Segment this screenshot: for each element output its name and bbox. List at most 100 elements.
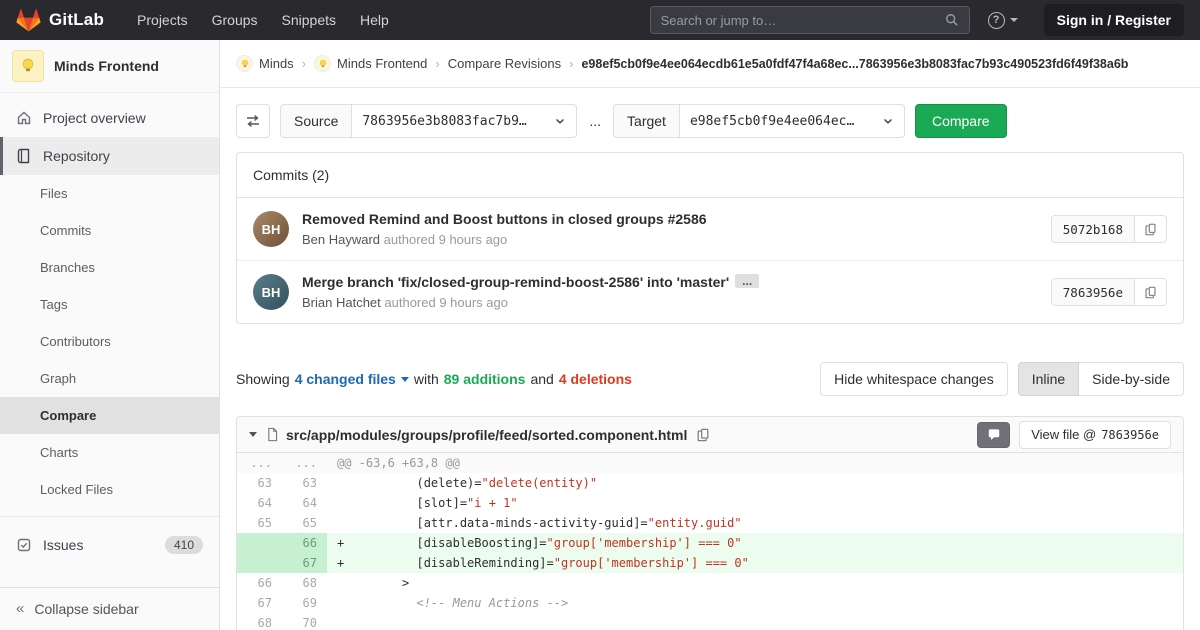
diff-table: ...... @@ -63,6 +63,8 @@ 63 63 (delete)="de… [237,453,1183,630]
diff-new-line-number[interactable]: 63 [282,473,327,493]
diff-new-line-number[interactable]: 70 [282,613,327,630]
diff-old-line-number[interactable]: 67 [237,593,282,613]
sidebar-item-commits[interactable]: Commits [0,212,219,249]
sidebar-item-project-overview[interactable]: Project overview [0,99,219,137]
copy-sha-button[interactable] [1134,216,1166,242]
diff-context-line-row: 67 69 <!-- Menu Actions --> [237,593,1183,613]
sidebar-project-header[interactable]: Minds Frontend [0,40,219,93]
nav-groups[interactable]: Groups [201,6,269,34]
commit-expand-button[interactable]: ... [735,274,760,288]
commit-author-link[interactable]: Brian Hatchet [302,295,381,310]
issues-icon [16,537,32,553]
sidebar-item-repository[interactable]: Repository [0,137,219,175]
sign-in-button[interactable]: Sign in / Register [1043,4,1184,36]
diff-new-line-number[interactable]: 67 [282,553,327,573]
diff-mode-button-group: Inline Side-by-side [1017,362,1184,396]
hide-whitespace-button[interactable]: Hide whitespace changes [820,362,1008,396]
diff-new-line-number[interactable]: 65 [282,513,327,533]
diff-old-line-number[interactable]: 68 [237,613,282,630]
sidebar-item-contributors[interactable]: Contributors [0,323,219,360]
diff-code-cell: @@ -63,6 +63,8 @@ [327,453,1183,473]
swap-revisions-button[interactable] [236,104,270,138]
nav-projects[interactable]: Projects [126,6,199,34]
sidebar-item-tags[interactable]: Tags [0,286,219,323]
diff-context-line-row: 64 64 [slot]="i + 1" [237,493,1183,513]
search-placeholder: Search or jump to… [660,12,777,28]
side-by-side-view-button[interactable]: Side-by-side [1079,362,1184,396]
breadcrumb-project[interactable]: Minds Frontend [314,55,427,72]
nav-help[interactable]: Help [349,6,400,34]
target-label: Target [613,104,679,138]
commit-title-link[interactable]: Merge branch 'fix/closed-group-remind-bo… [302,274,1038,290]
target-input-group: Target e98ef5cb0f9e4ee064ec… [613,104,905,138]
compare-separator: ... [589,113,602,129]
with-label: with [413,371,439,387]
diff-old-line-number[interactable] [237,553,282,573]
sidebar-item-charts[interactable]: Charts [0,434,219,471]
caret-down-icon [400,376,409,382]
diff-old-line-number[interactable]: ... [237,453,282,473]
target-revision-dropdown[interactable]: e98ef5cb0f9e4ee064ec… [678,104,905,138]
diff-old-line-number[interactable]: 66 [237,573,282,593]
breadcrumb-separator: › [569,56,574,71]
copy-file-path-button[interactable] [696,428,710,442]
breadcrumb-separator: › [435,56,440,71]
diff-old-line-number[interactable] [237,533,282,553]
sidebar-item-graph[interactable]: Graph [0,360,219,397]
file-icon [266,427,279,442]
breadcrumb-group[interactable]: Minds [236,55,294,72]
diff-hunk-row: ...... @@ -63,6 +63,8 @@ [237,453,1183,473]
diff-old-line-number[interactable]: 63 [237,473,282,493]
source-revision-dropdown[interactable]: 7863956e3b8083fac7b9… [351,104,578,138]
commit-authored-time: authored 9 hours ago [383,232,508,247]
showing-label: Showing [236,371,290,387]
commit-title-link[interactable]: Removed Remind and Boost buttons in clos… [302,211,1038,227]
search-input[interactable]: Search or jump to… [649,6,970,34]
double-chevron-left-icon: « [16,600,25,617]
lightbulb-icon [12,50,44,82]
sidebar-nav: Project overview Repository Files Commits… [0,93,219,587]
sidebar-item-issues[interactable]: Issues 410 [0,525,219,565]
diff-old-line-number[interactable]: 64 [237,493,282,513]
commit-row: BH Removed Remind and Boost buttons in cl… [237,198,1183,260]
commit-sha-link[interactable]: 7863956e [1051,279,1134,305]
copy-sha-button[interactable] [1134,279,1166,305]
breadcrumb-separator: › [301,56,307,71]
help-dropdown[interactable]: ? [987,11,1018,29]
changed-files-dropdown[interactable]: 4 changed files [295,371,409,387]
diff-new-line-number[interactable]: 64 [282,493,327,513]
diff-old-line-number[interactable]: 65 [237,513,282,533]
nav-snippets[interactable]: Snippets [271,6,347,34]
compare-button[interactable]: Compare [914,104,1007,138]
collapse-diff-caret-icon[interactable] [249,432,257,437]
sidebar-item-locked-files[interactable]: Locked Files [0,471,219,508]
sidebar-item-files[interactable]: Files [0,175,219,212]
commit-author-link[interactable]: Ben Hayward [302,232,380,247]
diff-new-line-number[interactable]: ... [282,453,327,473]
chevron-down-icon [1009,18,1018,22]
diff-code-cell: > [337,576,410,590]
search-icon [945,13,959,27]
commit-author-avatar: BH [253,211,289,247]
collapse-sidebar-label: Collapse sidebar [34,601,139,617]
gitlab-home-link[interactable]: GitLab [16,8,104,33]
gitlab-tanuki-icon [16,8,41,33]
sidebar-item-branches[interactable]: Branches [0,249,219,286]
top-navbar: GitLab Projects Groups Snippets Help Sea… [0,0,1200,40]
toggle-comments-button[interactable] [977,421,1011,448]
book-icon [16,148,32,164]
diff-new-line-number[interactable]: 68 [282,573,327,593]
diff-context-line-row: 66 68 > [237,573,1183,593]
commit-sha-group: 7863956e [1050,278,1167,306]
sidebar-item-compare[interactable]: Compare [0,397,219,434]
collapse-sidebar-button[interactable]: « Collapse sidebar [0,587,219,630]
commit-sha-link[interactable]: 5072b168 [1051,216,1134,242]
diff-new-line-number[interactable]: 66 [282,533,327,553]
breadcrumb-page[interactable]: Compare Revisions [448,56,561,71]
chevron-down-icon [554,115,566,127]
diff-new-line-number[interactable]: 69 [282,593,327,613]
brand-name: GitLab [49,10,105,29]
diff-file-path[interactable]: src/app/modules/groups/profile/feed/sort… [286,427,687,443]
inline-view-button[interactable]: Inline [1017,362,1080,396]
view-file-button[interactable]: View file @ 7863956e [1019,420,1171,449]
